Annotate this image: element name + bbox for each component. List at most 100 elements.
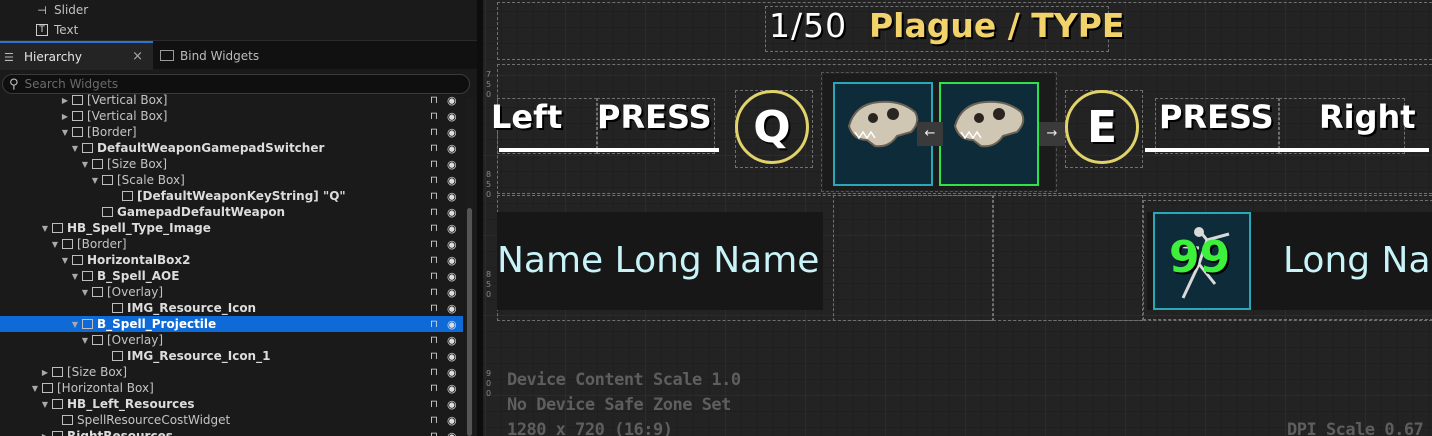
visibility-eye-icon[interactable]: ◉ bbox=[447, 334, 457, 347]
tree-row[interactable]: ▼ [Border] ⊓ ◉ bbox=[0, 124, 463, 140]
visibility-eye-icon[interactable]: ◉ bbox=[447, 254, 457, 267]
tree-row[interactable]: ▼ DefaultWeaponGamepadSwitcher ⊓ ◉ bbox=[0, 140, 463, 156]
expand-down-icon[interactable]: ▼ bbox=[80, 336, 90, 345]
lock-icon[interactable]: ⊓ bbox=[430, 415, 438, 426]
lock-icon[interactable]: ⊓ bbox=[430, 191, 438, 202]
lock-icon[interactable]: ⊓ bbox=[430, 367, 438, 378]
lock-icon[interactable]: ⊓ bbox=[430, 431, 438, 436]
expand-down-icon[interactable]: ▼ bbox=[70, 144, 80, 153]
widget-type-icon bbox=[52, 367, 63, 377]
tree-row[interactable]: GamepadDefaultWeapon ⊓ ◉ bbox=[0, 204, 463, 220]
tree-row[interactable]: ▼ [Overlay] ⊓ ◉ bbox=[0, 284, 463, 300]
expand-right-icon[interactable]: ▶ bbox=[40, 432, 50, 436]
lock-icon[interactable]: ⊓ bbox=[430, 223, 438, 234]
visibility-eye-icon[interactable]: ◉ bbox=[447, 126, 457, 139]
expand-down-icon[interactable]: ▼ bbox=[70, 320, 80, 329]
lock-icon[interactable]: ⊓ bbox=[430, 335, 438, 346]
visibility-eye-icon[interactable]: ◉ bbox=[447, 94, 457, 107]
tree-row[interactable]: IMG_Resource_Icon_1 ⊓ ◉ bbox=[0, 348, 463, 364]
expand-down-icon[interactable]: ▼ bbox=[30, 384, 40, 393]
tree-row[interactable]: ▼ HB_Left_Resources ⊓ ◉ bbox=[0, 396, 463, 412]
visibility-eye-icon[interactable]: ◉ bbox=[447, 382, 457, 395]
expand-down-icon[interactable]: ▼ bbox=[80, 288, 90, 297]
tree-row[interactable]: ▼ B_Spell_AOE ⊓ ◉ bbox=[0, 268, 463, 284]
visibility-eye-icon[interactable]: ◉ bbox=[447, 206, 457, 219]
previous-weapon-button[interactable]: ← bbox=[917, 122, 943, 146]
tree-row[interactable]: ▼ [Overlay] ⊓ ◉ bbox=[0, 332, 463, 348]
palette-item-slider[interactable]: ⊣ Slider bbox=[0, 0, 477, 20]
visibility-eye-icon[interactable]: ◉ bbox=[447, 318, 457, 331]
expand-right-icon[interactable]: ▶ bbox=[60, 96, 70, 105]
lock-icon[interactable]: ⊓ bbox=[430, 271, 438, 282]
tree-scrollbar[interactable] bbox=[466, 98, 473, 436]
visibility-eye-icon[interactable]: ◉ bbox=[447, 270, 457, 283]
tree-row[interactable]: IMG_Resource_Icon ⊓ ◉ bbox=[0, 300, 463, 316]
expand-right-icon[interactable]: ▶ bbox=[40, 368, 50, 377]
tree-row[interactable]: ▼ [Size Box] ⊓ ◉ bbox=[0, 156, 463, 172]
tree-row[interactable]: ▶ RightResources ⊓ ◉ bbox=[0, 428, 463, 436]
expand-down-icon[interactable]: ▼ bbox=[70, 272, 80, 281]
tree-row[interactable]: [DefaultWeaponKeyString] "Q" ⊓ ◉ bbox=[0, 188, 463, 204]
weapon-slot-right[interactable] bbox=[939, 82, 1039, 186]
tree-row[interactable]: SpellResourceCostWidget ⊓ ◉ bbox=[0, 412, 463, 428]
visibility-eye-icon[interactable]: ◉ bbox=[447, 414, 457, 427]
tree-row[interactable]: ▼ [Border] ⊓ ◉ bbox=[0, 236, 463, 252]
lock-icon[interactable]: ⊓ bbox=[430, 239, 438, 250]
visibility-eye-icon[interactable]: ◉ bbox=[447, 238, 457, 251]
lock-icon[interactable]: ⊓ bbox=[430, 127, 438, 138]
tree-row[interactable]: ▶ [Vertical Box] ⊓ ◉ bbox=[0, 108, 463, 124]
close-icon[interactable]: × bbox=[132, 49, 143, 64]
next-weapon-button[interactable]: → bbox=[1039, 122, 1065, 146]
visibility-eye-icon[interactable]: ◉ bbox=[447, 286, 457, 299]
lock-icon[interactable]: ⊓ bbox=[430, 287, 438, 298]
lock-icon[interactable]: ⊓ bbox=[430, 143, 438, 154]
resource-slot[interactable]: 99 bbox=[1153, 212, 1251, 310]
visibility-eye-icon[interactable]: ◉ bbox=[447, 222, 457, 235]
lock-icon[interactable]: ⊓ bbox=[430, 175, 438, 186]
visibility-eye-icon[interactable]: ◉ bbox=[447, 398, 457, 411]
expand-down-icon[interactable]: ▼ bbox=[90, 176, 100, 185]
visibility-eye-icon[interactable]: ◉ bbox=[447, 430, 457, 436]
expand-down-icon[interactable]: ▼ bbox=[50, 240, 60, 249]
lock-icon[interactable]: ⊓ bbox=[430, 255, 438, 266]
widget-type-icon bbox=[92, 159, 103, 169]
lock-icon[interactable]: ⊓ bbox=[430, 383, 438, 394]
tree-row[interactable]: ▼ B_Spell_Projectile ⊓ ◉ bbox=[0, 316, 463, 332]
lock-icon[interactable]: ⊓ bbox=[430, 399, 438, 410]
designer-canvas[interactable]: 750 850 850 900 1/50 Plague / TYPE Left … bbox=[483, 0, 1432, 436]
visibility-eye-icon[interactable]: ◉ bbox=[447, 366, 457, 379]
tree-row[interactable]: ▶ [Vertical Box] ⊓ ◉ bbox=[0, 92, 463, 108]
expand-right-icon[interactable]: ▶ bbox=[60, 112, 70, 121]
tree-row[interactable]: ▼ HB_Spell_Type_Image ⊓ ◉ bbox=[0, 220, 463, 236]
expand-down-icon[interactable]: ▼ bbox=[60, 256, 70, 265]
lock-icon[interactable]: ⊓ bbox=[430, 111, 438, 122]
widget-type-icon bbox=[122, 191, 133, 201]
visibility-eye-icon[interactable]: ◉ bbox=[447, 190, 457, 203]
tab-hierarchy[interactable]: ☰ Hierarchy × bbox=[0, 41, 153, 70]
visibility-eye-icon[interactable]: ◉ bbox=[447, 302, 457, 315]
lock-icon[interactable]: ⊓ bbox=[430, 207, 438, 218]
widget-type-icon bbox=[82, 271, 93, 281]
tree-row[interactable]: ▼ HorizontalBox2 ⊓ ◉ bbox=[0, 252, 463, 268]
visibility-eye-icon[interactable]: ◉ bbox=[447, 142, 457, 155]
expand-down-icon[interactable]: ▼ bbox=[60, 128, 70, 137]
tab-bind-widgets[interactable]: Bind Widgets bbox=[156, 41, 306, 70]
visibility-eye-icon[interactable]: ◉ bbox=[447, 158, 457, 171]
tree-row[interactable]: ▼ [Scale Box] ⊓ ◉ bbox=[0, 172, 463, 188]
tree-row[interactable]: ▶ [Size Box] ⊓ ◉ bbox=[0, 364, 463, 380]
lock-icon[interactable]: ⊓ bbox=[430, 351, 438, 362]
lock-icon[interactable]: ⊓ bbox=[430, 159, 438, 170]
expand-down-icon[interactable]: ▼ bbox=[80, 160, 90, 169]
scrollbar-thumb[interactable] bbox=[467, 208, 472, 436]
tree-row[interactable]: ▼ [Horizontal Box] ⊓ ◉ bbox=[0, 380, 463, 396]
palette-item-text[interactable]: T Text bbox=[0, 20, 477, 40]
search-widgets-input[interactable]: ⚲ Search Widgets bbox=[2, 74, 470, 94]
visibility-eye-icon[interactable]: ◉ bbox=[447, 110, 457, 123]
lock-icon[interactable]: ⊓ bbox=[430, 95, 438, 106]
lock-icon[interactable]: ⊓ bbox=[430, 303, 438, 314]
visibility-eye-icon[interactable]: ◉ bbox=[447, 174, 457, 187]
expand-down-icon[interactable]: ▼ bbox=[40, 224, 50, 233]
lock-icon[interactable]: ⊓ bbox=[430, 319, 438, 330]
expand-down-icon[interactable]: ▼ bbox=[40, 400, 50, 409]
visibility-eye-icon[interactable]: ◉ bbox=[447, 350, 457, 363]
